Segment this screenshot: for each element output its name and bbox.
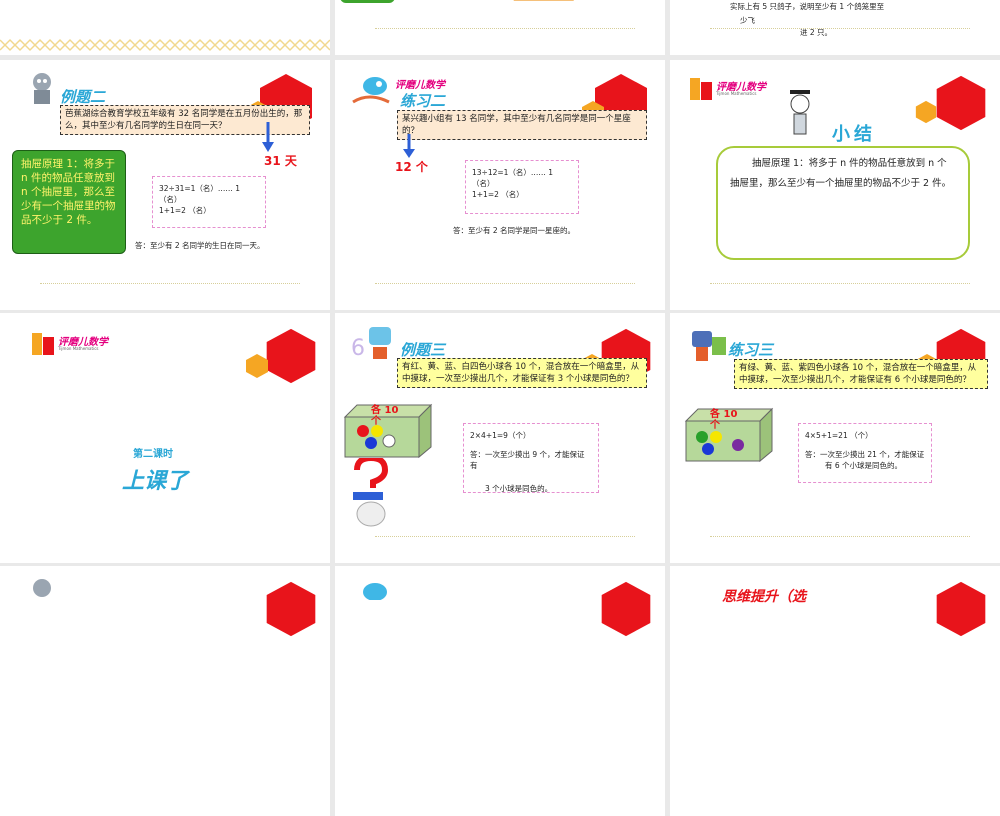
slide-11[interactable] [335,566,665,816]
calc-line: 1+1=2 （名） [472,190,524,199]
lesson-title: 上课了 [122,469,189,494]
slide-example-2[interactable]: 例题二 芭蕉湖综合教育学校五年级有 32 名同学是在五月份出生的，那么，其中至少… [0,60,330,310]
footer-line [375,28,635,29]
mascot-icon [352,77,390,104]
summary-text: 抽屉原理 1：将多于 n 件的物品任意放到 n 个抽屉里，那么至少有一个抽屉里的… [730,158,952,189]
brand-name: 评磨儿数学 [395,80,445,91]
mascot-icon [363,583,387,600]
footer-line [375,283,635,284]
calc-line: （名） [472,179,495,188]
brand-subtitle: Tijmon Mathematics [58,346,99,351]
logo-icon [690,78,712,100]
calc-line: 1+1=2 （名） [159,206,211,215]
slide-title: 例题三 [400,341,446,359]
answer-text: 答：至少有 2 名同学的生日在同一天。 [135,241,265,250]
lesson-subtitle: 第二课时 [133,449,173,460]
text-line: 少飞 [740,16,755,25]
slide-title: 练习三 [728,341,774,359]
mascot-icon [33,73,51,104]
slide-example-3[interactable]: 6 例题三 有红、黄、蓝、白四色小球各 10 个，混合放在一个暗盒里，从中摸球，… [335,313,665,563]
brand-logo: 评磨儿数学 Tijmon Mathematics [688,74,783,114]
hexagon-decoration [266,581,316,637]
question-box: 某兴趣小组有 13 名同学，其中至少有几名同学是同一个星座的？ [397,110,647,140]
annotation-count: 12 个 [395,160,428,174]
slide-title: 例题二 [60,88,106,106]
answer-line: 有 6 个小球是同色的。 [825,461,903,470]
answer-line: 答：一次至少摸出 21 个，才能保证 [805,450,925,459]
footer-line [710,28,970,29]
logo-icon [32,333,54,355]
calculation-box: 32÷31=1（名）…… 1 （名） 1+1=2 （名） [152,176,266,228]
slide-title: 思维提升（选 [722,589,806,605]
teacher-icon [790,90,810,135]
hexagon-decoration [601,581,651,637]
footer-line [710,283,970,284]
slide-practice-2[interactable]: 评磨儿数学 练习二 某兴趣小组有 13 名同学，其中至少有几名同学是同一个星座的… [335,60,665,310]
arrow-down-icon [262,122,274,152]
calc-line: 2×4+1=9（个） [470,431,531,440]
question-box: 有红、黄、蓝、白四色小球各 10 个，混合放在一个暗盒里，从中摸球，一次至少摸出… [397,358,647,388]
calc-line: 13÷12=1（名）…… 1 [472,168,554,177]
footer-line [375,536,635,537]
slide-3[interactable]: 实际上有 5 只鸽子，说明至少有 1 个鸽笼里至 少飞 进 2 只。 [670,0,1000,55]
mascot-icon [692,331,726,361]
question-box: 有绿、黄、蓝、紫四色小球各 10 个，混合放在一个暗盒里，从中摸球，一次至少摸出… [734,359,988,389]
slide-10[interactable] [0,566,330,816]
footer-line [40,283,300,284]
brand-logo: 评磨儿数学 Tijmon Mathematics [30,329,125,369]
slide-summary[interactable]: 评磨儿数学 Tijmon Mathematics 小结 抽屉原理 1：将多于 n… [670,60,1000,310]
zigzag-border [0,38,330,52]
slide-lesson-2[interactable]: 评磨儿数学 Tijmon Mathematics 第二课时 上课了 [0,313,330,563]
pencil-icon [513,0,577,1]
answer-line: 答：一次至少摸出 9 个，才能保证有 [470,450,585,470]
box-label: 各 10 个 [371,405,399,427]
calculation-box: 4×5+1=21 （个） 答：一次至少摸出 21 个，才能保证 有 6 个小球是… [798,423,932,483]
footer-line [710,536,970,537]
hexagon-decoration [936,581,986,637]
arrow-down-icon [403,134,415,158]
calc-line: 32÷31=1（名）…… 1 [159,184,241,193]
robot-icon: 6 [351,327,391,361]
answer-text: 答：至少有 2 名同学是同一星座的。 [453,226,576,235]
slide-2[interactable] [335,0,665,55]
scroll-fragment [340,0,395,3]
answer-line: 3 个小球是同色的。 [485,484,553,493]
annotation-days: 31 天 [264,154,297,168]
svg-text:6: 6 [351,336,365,361]
slide-12[interactable]: 思维提升（选 [670,566,1000,816]
hexagon-decoration [266,328,316,384]
brand-subtitle: Tijmon Mathematics [716,91,757,96]
principle-scroll: 抽屉原理 1：将多于 n 件的物品任意放到 n 个抽屉里，那么至少有一个抽屉里的… [12,150,126,254]
slide-title: 小结 [832,124,876,145]
question-mark-figure-icon [353,458,389,527]
hexagon-decoration [246,354,268,378]
hexagon-decoration [936,75,986,131]
text-line: 实际上有 5 只鸽子，说明至少有 1 个鸽笼里至 [730,2,885,11]
calc-line: 4×5+1=21 （个） [805,431,873,440]
slide-title: 练习二 [400,92,446,110]
summary-panel: 抽屉原理 1：将多于 n 件的物品任意放到 n 个抽屉里，那么至少有一个抽屉里的… [716,146,970,260]
box-label: 各 10 个 [710,409,738,431]
hexagon-decoration [915,100,937,124]
calc-line: （名） [159,195,182,204]
slide-1[interactable] [0,0,330,55]
calculation-box: 13÷12=1（名）…… 1 （名） 1+1=2 （名） [465,160,579,214]
slide-practice-3[interactable]: 练习三 有绿、黄、蓝、紫四色小球各 10 个，混合放在一个暗盒里，从中摸球，一次… [670,313,1000,563]
